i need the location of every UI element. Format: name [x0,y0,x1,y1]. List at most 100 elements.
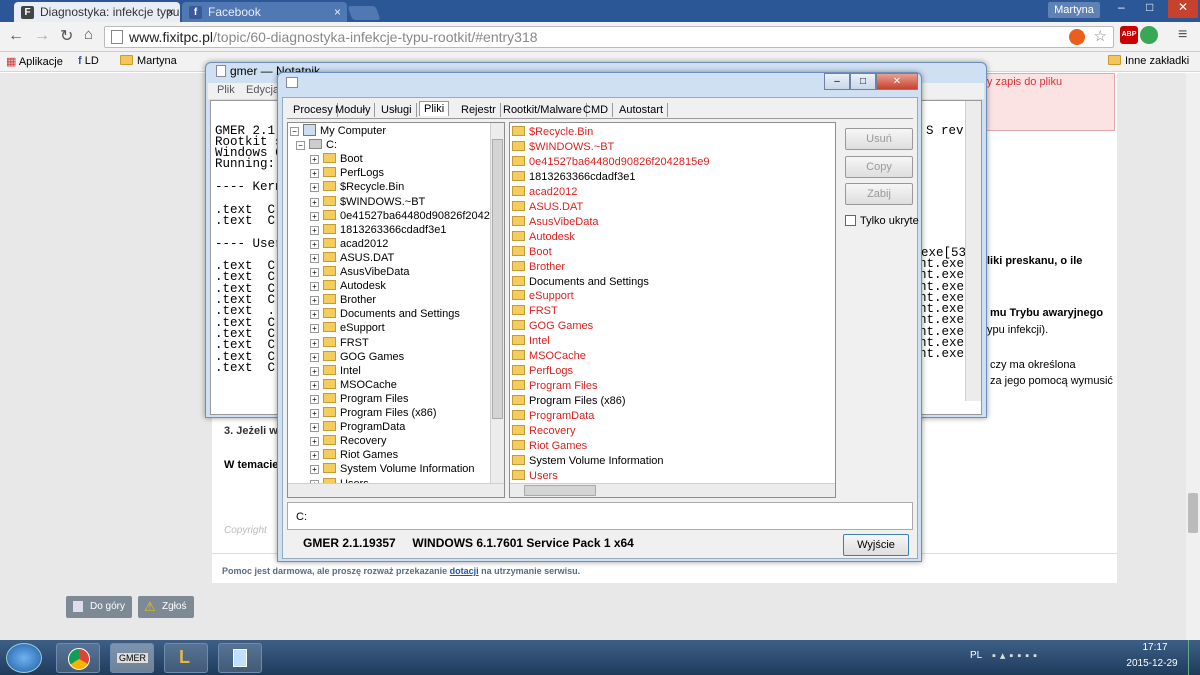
page-scrollbar[interactable] [1186,73,1200,640]
file-list-item[interactable]: PerfLogs [512,364,573,378]
tree-item[interactable]: + Boot [310,152,363,166]
file-list-item[interactable]: Intel [512,334,550,348]
start-button[interactable] [6,643,42,673]
file-list-item[interactable]: Program Files (x86) [512,394,626,408]
tree-item[interactable]: + Riot Games [310,448,398,462]
expand-icon[interactable]: + [310,282,319,292]
menu-file[interactable]: Plik [217,84,235,96]
expand-icon[interactable]: + [310,380,319,390]
expand-icon[interactable]: + [310,451,319,461]
copy-button[interactable]: Copy [845,156,913,178]
extension-icon[interactable] [1069,29,1085,45]
expand-icon[interactable]: + [310,310,319,320]
tree-item[interactable]: + Program Files [310,392,408,406]
file-list-item[interactable]: Recovery [512,424,575,438]
league-taskbar-icon[interactable]: L [164,643,208,673]
file-list-item[interactable]: $Recycle.Bin [512,125,593,139]
tree-item[interactable]: +0e41527ba64480d90826f2042815 [310,209,504,223]
extension-icon[interactable] [1140,26,1158,44]
address-bar[interactable]: www.fixitpc.pl/topic/60-diagnostyka-infe… [104,26,1114,48]
expand-icon[interactable]: + [310,183,319,193]
expand-icon[interactable]: + [310,394,319,404]
minimize-icon[interactable]: – [1118,0,1125,14]
reload-icon[interactable]: ↻ [60,26,73,46]
maximize-icon[interactable]: □ [1146,0,1153,14]
tree-item[interactable]: + acad2012 [310,237,388,251]
bookmark-martyna[interactable]: Martyna [120,55,177,67]
tab-cmd[interactable]: CMD [579,103,614,117]
expand-icon[interactable]: + [310,211,319,221]
tree-item[interactable]: + MSOCache [310,378,397,392]
scroll-thumb[interactable] [492,139,503,419]
expand-icon[interactable]: + [310,268,319,277]
expand-icon[interactable]: + [310,239,319,249]
exit-button[interactable]: Wyjście [843,534,909,556]
back-icon[interactable]: ← [8,27,24,45]
tree-item[interactable]: + System Volume Information [310,462,475,476]
file-list-item[interactable]: ASUS.DAT [512,200,583,214]
language-indicator[interactable]: PL [970,650,982,661]
file-list-item[interactable]: Brother [512,260,565,274]
expand-icon[interactable]: + [310,352,319,362]
tree-item-my-computer[interactable]: − My Computer [290,124,386,138]
chrome-taskbar-icon[interactable] [56,643,100,673]
file-list-item[interactable]: Users [512,469,558,483]
tree-item[interactable]: + $WINDOWS.~BT [310,195,425,209]
file-list-item[interactable]: Riot Games [512,439,587,453]
tree-item[interactable]: + FRST [310,336,369,350]
bookmark-other[interactable]: Inne zakładki [1108,55,1189,67]
file-list-item[interactable]: GOG Games [512,319,593,333]
expand-icon[interactable]: + [310,338,319,348]
tab-close-icon[interactable]: × [167,5,174,19]
star-icon[interactable]: ☆ [1094,27,1107,45]
home-icon[interactable]: ⌂ [84,26,93,43]
expand-icon[interactable]: + [310,169,319,179]
file-list-item[interactable]: $WINDOWS.~BT [512,140,614,154]
tab-facebook[interactable]: f Facebook × [182,2,347,22]
file-list-item[interactable]: 1813263366cdadf3e1 [512,170,635,184]
tab-pliki[interactable]: Pliki [419,101,450,116]
checkbox-box[interactable] [845,215,856,226]
adblock-icon[interactable]: ABP [1120,26,1138,44]
maximize-icon[interactable]: □ [850,73,876,90]
tab-rootkit-malware[interactable]: Rootkit/Malware [499,103,587,117]
expand-icon[interactable]: − [290,127,299,136]
file-list-item[interactable]: eSupport [512,289,574,303]
go-top-button[interactable]: Do góry [66,596,132,618]
tree-item[interactable]: + ProgramData [310,420,405,434]
tree-item[interactable]: + Brother [310,293,376,307]
kill-button[interactable]: Zabij [845,183,913,205]
file-list-item[interactable]: ProgramData [512,409,594,423]
tree-hscrollbar[interactable] [288,483,504,497]
remove-button[interactable]: Usuń [845,128,913,150]
hidden-only-checkbox[interactable]: Tylko ukryte [845,215,919,227]
expand-icon[interactable]: + [310,225,319,235]
expand-icon[interactable]: + [310,366,319,376]
tab-modu-y[interactable]: Moduły [331,103,376,117]
expand-icon[interactable]: + [310,423,319,433]
folder-tree[interactable]: − My Computer − C: + Boot + PerfLogs + $Recycle.B… [287,122,505,498]
tab-close-icon[interactable]: × [334,5,341,19]
tree-item[interactable]: + Autodesk [310,279,386,293]
close-icon[interactable]: ✕ [1168,0,1198,18]
clock-date[interactable]: 2015-12-29 [1122,658,1182,669]
file-list-item[interactable]: 0e41527ba64480d90826f2042815e9 [512,155,709,169]
expand-icon[interactable]: + [310,324,319,334]
scroll-thumb[interactable] [524,485,596,496]
tree-item[interactable]: + eSupport [310,321,385,335]
expand-icon[interactable]: − [296,141,305,151]
file-list-item[interactable]: MSOCache [512,349,586,363]
minimize-icon[interactable]: – [824,73,850,90]
forward-icon[interactable]: → [34,27,50,45]
file-list-item[interactable]: AsusVibeData [512,215,599,229]
expand-icon[interactable]: + [310,437,319,447]
expand-icon[interactable]: + [310,197,319,207]
expand-icon[interactable]: + [310,296,319,306]
expand-icon[interactable]: + [310,409,319,418]
clock-time[interactable]: 17:17 [1130,642,1180,653]
gmer-taskbar-item[interactable]: GMER [110,643,154,673]
tree-item[interactable]: + Recovery [310,434,386,448]
list-hscrollbar[interactable] [510,483,835,497]
tree-item[interactable]: + Program Files (x86) [310,406,437,420]
report-button[interactable]: ⚠ Zgłoś [138,596,194,618]
